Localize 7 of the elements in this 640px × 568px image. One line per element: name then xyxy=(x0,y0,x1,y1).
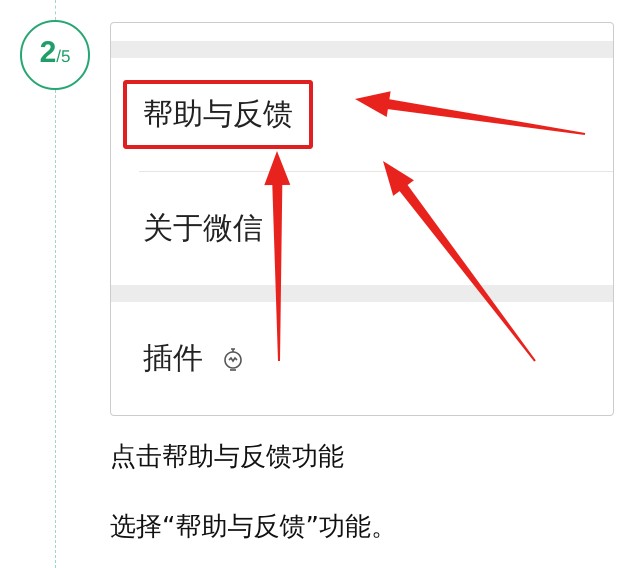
step-number: 2 xyxy=(40,36,56,70)
caption: 选择“帮助与反馈”功能。 xyxy=(110,512,398,542)
menu-item-label: 帮助与反馈 xyxy=(123,80,313,149)
menu-item-label: 插件 xyxy=(142,340,204,378)
caption: 点击帮助与反馈功能 xyxy=(110,442,345,472)
menu-item-label: 关于微信 xyxy=(142,210,264,248)
step-total: /5 xyxy=(56,47,70,67)
